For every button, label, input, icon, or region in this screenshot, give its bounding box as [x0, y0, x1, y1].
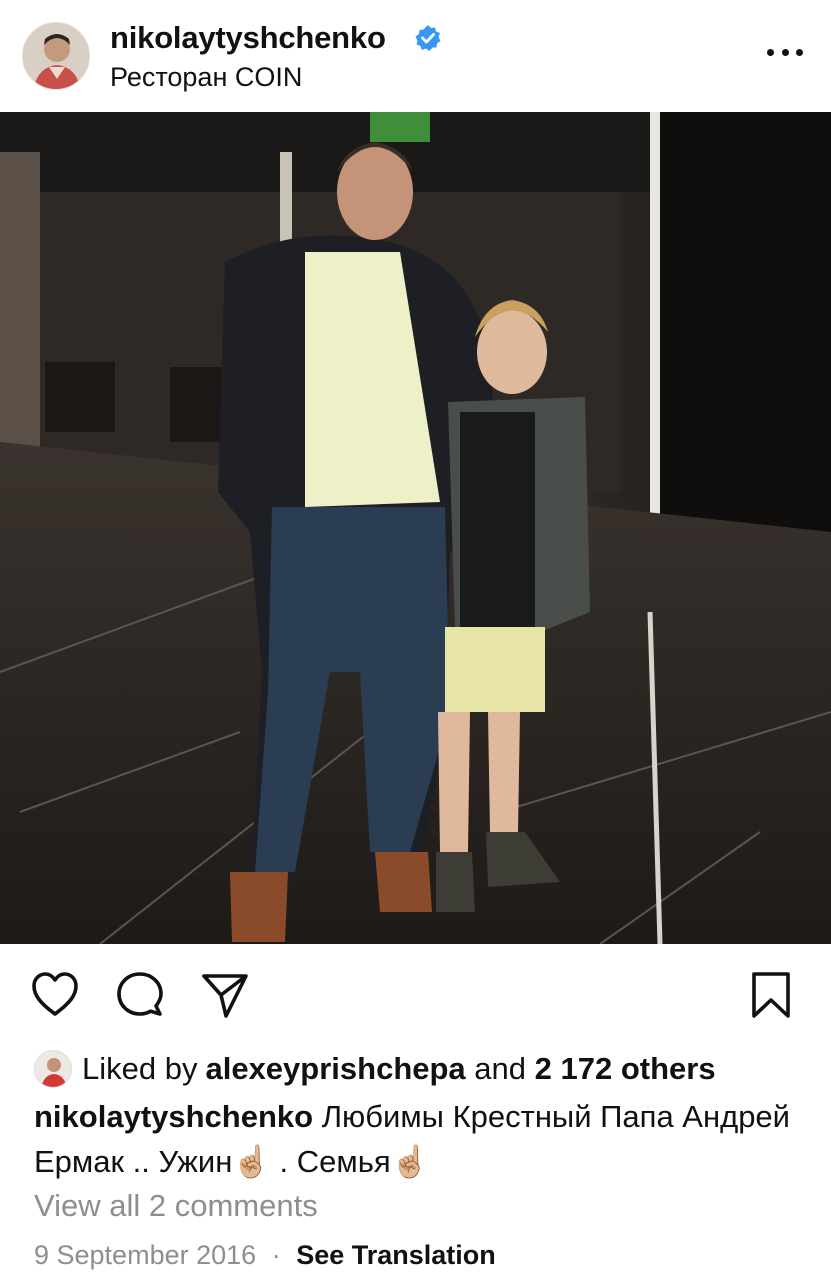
verified-badge-icon: [415, 25, 441, 51]
bookmark-icon[interactable]: [746, 970, 796, 1020]
view-comments-link[interactable]: View all 2 comments: [34, 1188, 318, 1224]
post-date: 9 September 2016: [34, 1240, 257, 1270]
more-options-icon[interactable]: [767, 40, 803, 64]
comment-icon[interactable]: [115, 970, 165, 1020]
likes-summary[interactable]: Liked by alexeyprishchepa and 2 172 othe…: [34, 1046, 716, 1092]
send-icon[interactable]: [200, 970, 250, 1020]
liker-username[interactable]: alexeyprishchepa: [205, 1051, 465, 1087]
post-caption: nikolaytyshchenko Любимы Крестный Папа А…: [34, 1094, 814, 1184]
see-translation-link[interactable]: See Translation: [296, 1240, 496, 1270]
likes-count[interactable]: 2 172 others: [535, 1051, 716, 1087]
caption-author[interactable]: nikolaytyshchenko: [34, 1099, 313, 1134]
post-photo[interactable]: [0, 112, 831, 944]
author-avatar[interactable]: [22, 22, 90, 90]
dot: [767, 48, 774, 56]
likes-mid: and: [465, 1051, 535, 1086]
heart-icon[interactable]: [30, 970, 80, 1020]
post-actions: [0, 944, 831, 1044]
dot: [781, 48, 789, 56]
post-header: nikolaytyshchenko Ресторан COIN: [0, 0, 831, 112]
author-username[interactable]: nikolaytyshchenko: [110, 20, 386, 56]
dot: [796, 48, 803, 56]
post-location[interactable]: Ресторан COIN: [110, 62, 302, 93]
post-footer: 9 September 2016 · See Translation: [34, 1240, 496, 1271]
liker-avatar: [34, 1050, 72, 1088]
separator: ·: [271, 1240, 281, 1270]
likes-prefix: Liked by: [82, 1051, 198, 1086]
